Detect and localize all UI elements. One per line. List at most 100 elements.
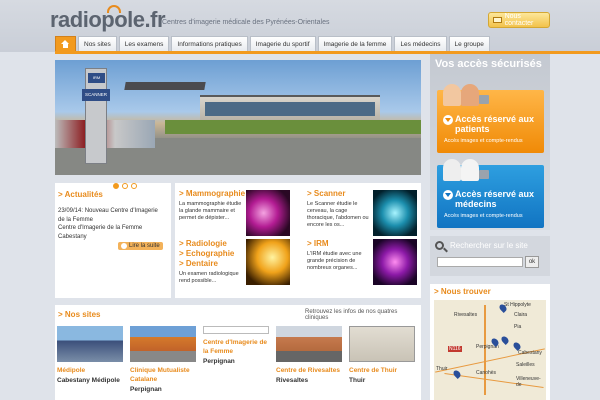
map-label-rivesaltes: Rivesaltes [454,312,478,318]
main-nav: Nos sites Les examens Informations prati… [55,36,490,51]
carousel-dot[interactable] [122,183,128,189]
medecins-access-sub: Accès images et compte-rendus [444,213,523,219]
tab-informations-pratiques[interactable]: Informations pratiques [171,36,248,51]
our-sites-panel: Nos sites Retrouvez les infos de nos qua… [55,305,421,400]
location-map[interactable]: St Hippolyte Rivesaltes Claira Pia Perpi… [434,300,546,400]
map-label-saleilles: Saleilles [516,362,535,368]
find-us-title: Nous trouver [434,287,491,296]
news-body: 23/09/14: Nouveau Centre d'Imagerie de l… [58,207,166,241]
site-photo [276,326,342,362]
news-title: Actualités [58,190,103,199]
search-label: Rechercher sur le site [450,241,528,250]
site-card[interactable]: Centre d'Imagerie de la Femme Perpignan [203,326,269,365]
site-name[interactable]: Centre de Thuir [349,366,415,375]
map-pin-perpignan-2[interactable] [500,335,510,345]
map-label-claira: Claira [514,312,528,318]
site-photo [349,326,415,362]
contact-label: Nous contacter [504,13,534,27]
patients-access-title: Accès réservé aux patients [455,114,535,134]
tab-les-medecins[interactable]: Les médecins [394,36,447,51]
site-name[interactable]: Clinique Mutualiste Catalane [130,366,196,384]
site-photo [203,326,269,334]
news-text[interactable]: 23/09/14: Nouveau Centre d'Imagerie de l… [58,207,166,224]
map-label-n116: N116 [448,346,462,352]
medecins-access-title: Accès réservé aux médecins [455,189,535,209]
mammo-thumbnail[interactable] [246,190,290,236]
site-city: Perpignan [203,358,235,365]
search-input[interactable] [437,257,523,267]
map-label-pia: Pia [514,324,522,330]
site-photo [130,326,196,362]
secure-access-title: Vos accès sécurisés [435,58,542,70]
arrow-icon [121,243,127,249]
patients-access-sub: Accès images et compte-rendus [444,138,523,144]
patients-access-button[interactable]: Accès réservé aux patients Accès images … [437,84,544,153]
site-card[interactable]: Centre de Rivesaltes Rivesaltes [276,326,342,384]
tab-les-examens[interactable]: Les examens [118,36,170,51]
find-us-panel: Nous trouver St Hippolyte Rivesaltes Cla… [430,284,550,400]
our-sites-hint: Retrouvez les infos de nos quatres clini… [305,309,398,321]
mammo-desc: La mammographie étudie la glande mammair… [179,201,242,221]
map-label-cabestany: Cabestany [518,350,542,356]
site-city: Perpignan [130,386,162,393]
carousel-dot[interactable] [113,183,119,189]
envelope-icon [493,17,502,23]
site-name[interactable]: Médipole [57,366,123,375]
patients-icon [441,78,497,106]
search-ok-button[interactable]: ok [525,256,539,268]
banner-building-glass [205,102,375,116]
read-more-button[interactable]: Lire la suite [118,242,163,250]
radio-thumbnail[interactable] [246,239,290,285]
tagline: Centres d'imagerie médicale des Pyrénées… [162,19,330,26]
secure-access-panel: Vos accès sécurisés Accès réservé aux pa… [430,54,550,230]
tab-le-groupe[interactable]: Le groupe [448,36,490,51]
news-panel: Actualités 23/09/14: Nouveau Centre d'Im… [55,183,171,298]
irm-desc: L'IRM étudie avec une grande précision d… [307,251,362,271]
download-icon [443,190,453,200]
map-pin-thuir[interactable] [452,369,462,379]
logo[interactable]: radiopole.fr [50,5,166,33]
map-label-thuir: Thuir [436,366,448,372]
map-label-st-hippolyte: St Hippolyte [504,302,531,308]
site-card[interactable]: Centre de Thuir Thuir [349,326,415,384]
site-header: radiopole.fr Centres d'imagerie médicale… [0,0,600,52]
download-icon [443,115,453,125]
sign-scanner: SCANNER [82,89,110,101]
specialties-panel: Mammographie La mammographie étudie la g… [175,183,421,298]
news-text2: Centre d'Imagerie de la Femme Cabestany [58,225,143,240]
logo-arc-icon [107,5,121,13]
banner-sign: IRM SCANNER [82,68,110,164]
carousel-dots [113,183,137,189]
site-name[interactable]: Centre de Rivesaltes [276,366,342,375]
site-card[interactable]: Clinique Mutualiste Catalane Perpignan [130,326,196,393]
tab-home[interactable] [55,36,76,51]
hero-banner-image[interactable]: IRM SCANNER [55,60,421,175]
banner-lawn [165,120,421,134]
site-city: Cabestany Médipole [57,377,120,384]
search-icon [435,241,444,250]
banner-canopy [124,82,206,90]
home-icon [61,40,70,48]
radio-desc: Un examen radiologique rend possible... [179,271,239,284]
map-label-canohes: Canohès [476,370,497,376]
map-label-villeneuve: Villeneuve-de [516,376,541,388]
scanner-desc: Le Scanner étudie le cerveau, la cage th… [307,201,369,228]
scanner-thumbnail[interactable] [373,190,417,236]
tab-imagerie-femme[interactable]: Imagerie de la femme [317,36,393,51]
carousel-dot[interactable] [131,183,137,189]
doctors-icon [441,153,497,181]
sign-irm: IRM [88,73,105,83]
site-photo [57,326,123,362]
read-more-label: Lire la suite [129,243,160,249]
site-name[interactable]: Centre d'Imagerie de la Femme [203,338,269,356]
site-city: Thuir [349,377,366,384]
tab-imagerie-sportif[interactable]: Imagerie du sportif [249,36,316,51]
tab-nos-sites[interactable]: Nos sites [78,36,117,51]
site-search: Rechercher sur le site ok [430,236,550,276]
irm-thumbnail[interactable] [373,239,417,285]
medecins-access-button[interactable]: Accès réservé aux médecins Accès images … [437,159,544,228]
site-city: Rivesaltes [276,377,309,384]
site-card[interactable]: Médipole Cabestany Médipole [57,326,123,384]
our-sites-title: Nos sites [58,310,101,319]
contact-button[interactable]: Nous contacter [488,12,550,28]
